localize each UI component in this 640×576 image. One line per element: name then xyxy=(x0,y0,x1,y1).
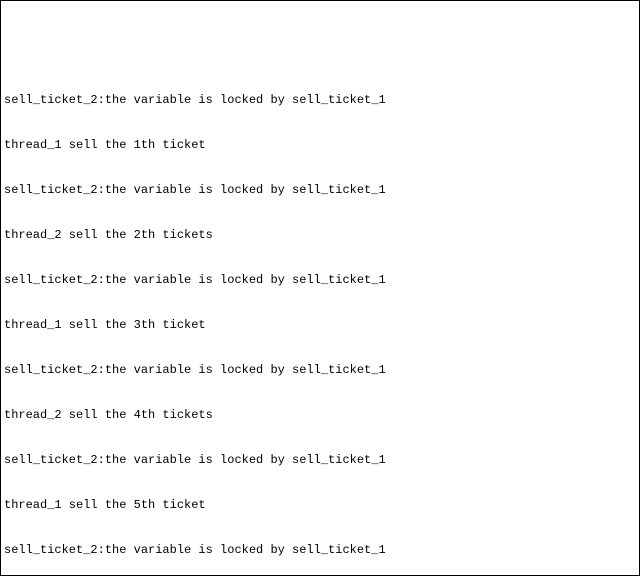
output-line: thread_1 sell the 5th ticket xyxy=(4,498,636,513)
console-output[interactable]: sell_ticket_2:the variable is locked by … xyxy=(4,63,636,576)
output-line: sell_ticket_2:the variable is locked by … xyxy=(4,453,636,468)
output-line: thread_1 sell the 3th ticket xyxy=(4,318,636,333)
output-line: sell_ticket_2:the variable is locked by … xyxy=(4,543,636,558)
output-line: sell_ticket_2:the variable is locked by … xyxy=(4,363,636,378)
output-line: thread_2 sell the 2th tickets xyxy=(4,228,636,243)
output-line: sell_ticket_2:the variable is locked by … xyxy=(4,273,636,288)
output-line: thread_2 sell the 4th tickets xyxy=(4,408,636,423)
output-line: sell_ticket_2:the variable is locked by … xyxy=(4,93,636,108)
output-line: sell_ticket_2:the variable is locked by … xyxy=(4,183,636,198)
output-line: thread_1 sell the 1th ticket xyxy=(4,138,636,153)
